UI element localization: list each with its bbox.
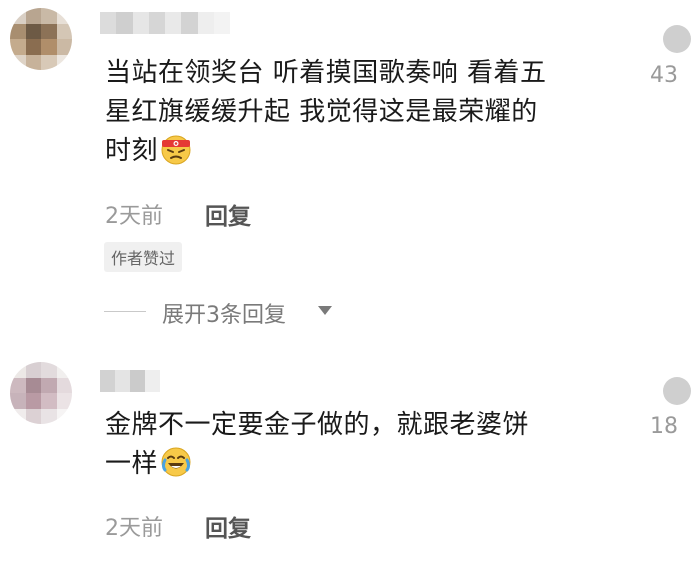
comment-time: 2天前 <box>105 204 163 229</box>
comment-text: 金牌不一定要金子做的，就跟老婆饼 一样 <box>105 406 625 484</box>
comment-text-line: 金牌不一定要金子做的，就跟老婆饼 <box>105 410 530 440</box>
username-pixelated[interactable] <box>100 370 160 392</box>
comment-text-line: 一样 <box>105 445 625 484</box>
caret-down-icon[interactable] <box>318 306 332 315</box>
avatar[interactable] <box>10 8 72 70</box>
like-icon[interactable] <box>655 22 695 56</box>
comment-text-line: 当站在领奖台 听着摸国歌奏响 看着五 <box>105 58 547 88</box>
rolling-laughing-emoji-icon <box>161 447 191 477</box>
expand-replies-button[interactable]: 展开3条回复 <box>162 297 286 329</box>
avatar[interactable] <box>10 362 72 424</box>
author-liked-badge: 作者赞过 <box>104 242 183 272</box>
divider <box>104 311 146 312</box>
comment-text-line: 星红旗缓缓升起 我觉得这是最荣耀的 <box>105 97 538 127</box>
reply-button[interactable]: 回复 <box>205 509 251 543</box>
like-count: 43 <box>650 63 678 88</box>
comment-item: 当站在领奖台 听着摸国歌奏响 看着五 星红旗缓缓升起 我觉得这是最荣耀的 时刻 … <box>0 0 695 340</box>
comment-text-line: 时刻 <box>105 132 625 171</box>
like-icon[interactable] <box>655 374 695 408</box>
like-count: 18 <box>650 414 678 439</box>
comment-time: 2天前 <box>105 516 163 541</box>
comment-item: 金牌不一定要金子做的，就跟老婆饼 一样 2天前 回复 18 <box>0 340 695 566</box>
comment-text: 当站在领奖台 听着摸国歌奏响 看着五 星红旗缓缓升起 我觉得这是最荣耀的 时刻 <box>105 54 625 171</box>
angry-headband-emoji-icon <box>161 135 191 165</box>
reply-button[interactable]: 回复 <box>205 197 251 231</box>
username-pixelated[interactable] <box>100 12 230 34</box>
